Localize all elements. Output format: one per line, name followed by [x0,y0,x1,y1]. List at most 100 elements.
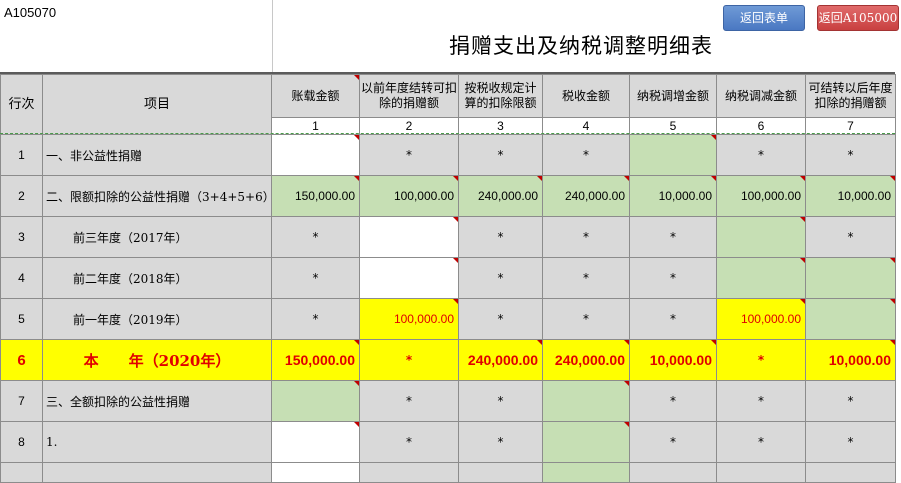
calc-cell[interactable] [542,380,630,422]
row-item-label: 前一年度（2019年） [42,298,272,340]
row-item-label-partial [42,462,272,483]
table-row-partial [0,462,896,483]
table-row: 1 一、非公益性捐赠 * * * * * [0,134,896,176]
header-col3: 按税收规定计算的扣除限额 [458,74,543,118]
table-row-current-year: 6 本 年（2020年） 150,000.00 * 240,000.00 240… [0,339,896,381]
static-cell: * [716,421,806,463]
calc-cell[interactable] [542,462,630,483]
input-cell[interactable] [271,421,360,463]
row-number: 3 [0,216,43,258]
input-cell[interactable]: 100,000.00 [716,298,806,340]
static-cell: * [271,257,360,299]
row-number: 2 [0,175,43,217]
selection-divider [0,133,895,134]
static-cell: * [716,339,806,381]
calc-cell[interactable] [805,257,896,299]
static-cell: * [805,421,896,463]
input-cell[interactable] [271,462,360,483]
row-item-label: 三、全额扣除的公益性捐赠 [42,380,272,422]
input-cell[interactable]: 10,000.00 [805,339,896,381]
header-row-no: 行次 [0,74,43,135]
table-row: 8 1. * * * * * [0,421,896,463]
col-number-3: 3 [458,117,543,135]
static-cell: * [805,134,896,176]
static-cell: * [629,298,717,340]
header-item: 项目 [42,74,272,135]
input-cell[interactable]: 240,000.00 [458,339,543,381]
row-number: 4 [0,257,43,299]
static-cell: * [271,216,360,258]
static-cell: * [359,421,459,463]
calc-cell[interactable] [542,421,630,463]
header-col1: 账载金额 [271,74,360,118]
input-cell[interactable]: 10,000.00 [629,339,717,381]
input-cell[interactable] [359,257,459,299]
calc-cell[interactable] [629,134,717,176]
input-cell[interactable] [271,134,360,176]
form-code: A105070 [4,5,57,20]
header-col7: 可结转以后年度扣除的捐赠额 [805,74,896,118]
calc-cell[interactable] [271,380,360,422]
row-item-label: 二、限额扣除的公益性捐赠（3+4+5+6） [42,175,272,217]
calc-cell[interactable]: 100,000.00 [359,175,459,217]
static-cell: * [716,134,806,176]
calc-cell[interactable] [716,216,806,258]
static-cell [805,462,896,483]
col-number-2: 2 [359,117,459,135]
static-cell: * [359,339,459,381]
input-cell[interactable]: 150,000.00 [271,339,360,381]
header-col5: 纳税调增金额 [629,74,717,118]
col-number-5: 5 [629,117,717,135]
static-cell [458,462,543,483]
calc-cell[interactable]: 240,000.00 [458,175,543,217]
row-item-label: 1. [42,421,272,463]
back-to-list-button[interactable]: 返回表单 [723,5,805,31]
row-number: 7 [0,380,43,422]
header-col6: 纳税调减金额 [716,74,806,118]
input-cell[interactable] [359,216,459,258]
row-item-label: 一、非公益性捐赠 [42,134,272,176]
static-cell: * [458,216,543,258]
static-cell: * [629,380,717,422]
static-cell: * [629,257,717,299]
static-cell: * [805,216,896,258]
input-cell[interactable]: 240,000.00 [542,339,630,381]
static-cell [629,462,717,483]
header-col2: 以前年度结转可扣除的捐赠额 [359,74,459,118]
sheet-title: 捐赠支出及纳税调整明细表 [449,34,713,58]
row-number: 5 [0,298,43,340]
static-cell: * [458,257,543,299]
calc-cell[interactable] [805,298,896,340]
calc-cell[interactable]: 10,000.00 [805,175,896,217]
static-cell: * [359,380,459,422]
calc-cell[interactable]: 240,000.00 [542,175,630,217]
calc-cell[interactable]: 100,000.00 [716,175,806,217]
donation-table: 行次 项目 账载金额 以前年度结转可扣除的捐赠额 按税收规定计算的扣除限额 税收… [0,74,896,483]
row-number: 1 [0,134,43,176]
table-row: 5 前一年度（2019年） * 100,000.00 * * * 100,000… [0,298,896,340]
row-item-label: 前二年度（2018年） [42,257,272,299]
static-cell: * [629,216,717,258]
input-cell[interactable]: 100,000.00 [359,298,459,340]
calc-cell[interactable] [716,257,806,299]
static-cell: * [542,134,630,176]
static-cell: * [359,134,459,176]
col-number-7: 7 [805,117,896,135]
back-to-a105000-button[interactable]: 返回A105000 [817,5,899,31]
static-cell: * [458,380,543,422]
table-row: 2 二、限额扣除的公益性捐赠（3+4+5+6） 150,000.00 100,0… [0,175,896,217]
static-cell: * [542,216,630,258]
table-row: 4 前二年度（2018年） * * * * [0,257,896,299]
header-col4: 税收金额 [542,74,630,118]
table-row: 3 前三年度（2017年） * * * * * [0,216,896,258]
static-cell: * [716,380,806,422]
static-cell: * [271,298,360,340]
static-cell [716,462,806,483]
static-cell: * [458,298,543,340]
static-cell: * [458,134,543,176]
static-cell: * [458,421,543,463]
row-item-label: 前三年度（2017年） [42,216,272,258]
col-number-6: 6 [716,117,806,135]
calc-cell[interactable]: 150,000.00 [271,175,360,217]
calc-cell[interactable]: 10,000.00 [629,175,717,217]
